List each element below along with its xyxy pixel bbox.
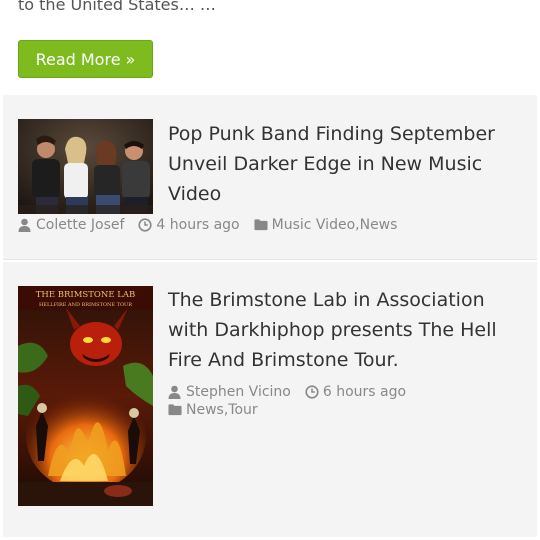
clock-icon: [138, 218, 153, 232]
post-categories: News, Tour: [168, 402, 258, 418]
post-meta: Colette Josef 4 hours ago Music Video, N…: [18, 217, 397, 233]
tour-poster-image: THE BRIMSTONE LAB HELLFIRE AND BRIMSTONE…: [18, 286, 153, 506]
post-excerpt: to the United States… …: [18, 0, 216, 14]
poster-title-text: THE BRIMSTONE LAB: [36, 290, 136, 300]
poster-subtitle-text: HELLFIRE AND BRIMSTONE TOUR: [39, 302, 132, 308]
category-link[interactable]: News: [360, 217, 398, 233]
folder-icon: [254, 218, 268, 232]
post-time: 6 hours ago: [322, 384, 407, 400]
author-link[interactable]: Colette Josef: [36, 217, 124, 233]
post-thumbnail[interactable]: THE BRIMSTONE LAB HELLFIRE AND BRIMSTONE…: [18, 286, 153, 506]
post-time: 4 hours ago: [156, 217, 240, 233]
folder-icon: [168, 403, 182, 417]
user-icon: [18, 218, 32, 232]
post-card: THE BRIMSTONE LAB HELLFIRE AND BRIMSTONE…: [3, 262, 537, 537]
author-link[interactable]: Stephen Vicino: [186, 384, 291, 400]
post-title-link[interactable]: The Brimstone Lab in Association with Da…: [168, 285, 528, 375]
category-link[interactable]: Music Video: [272, 217, 356, 233]
post-meta: Stephen Vicino 6 hours ago: [168, 384, 406, 400]
band-photo-image: [18, 119, 153, 214]
post-card: Pop Punk Band Finding September Unveil D…: [3, 95, 537, 260]
user-icon: [168, 385, 182, 399]
category-link[interactable]: News: [186, 402, 224, 418]
post-title-link[interactable]: Pop Punk Band Finding September Unveil D…: [168, 119, 528, 209]
clock-icon: [305, 385, 319, 399]
previous-post-card: to the United States… … Read More »: [3, 0, 537, 95]
post-thumbnail[interactable]: [18, 119, 153, 214]
read-more-button[interactable]: Read More »: [18, 40, 153, 78]
category-link[interactable]: Tour: [228, 402, 257, 418]
